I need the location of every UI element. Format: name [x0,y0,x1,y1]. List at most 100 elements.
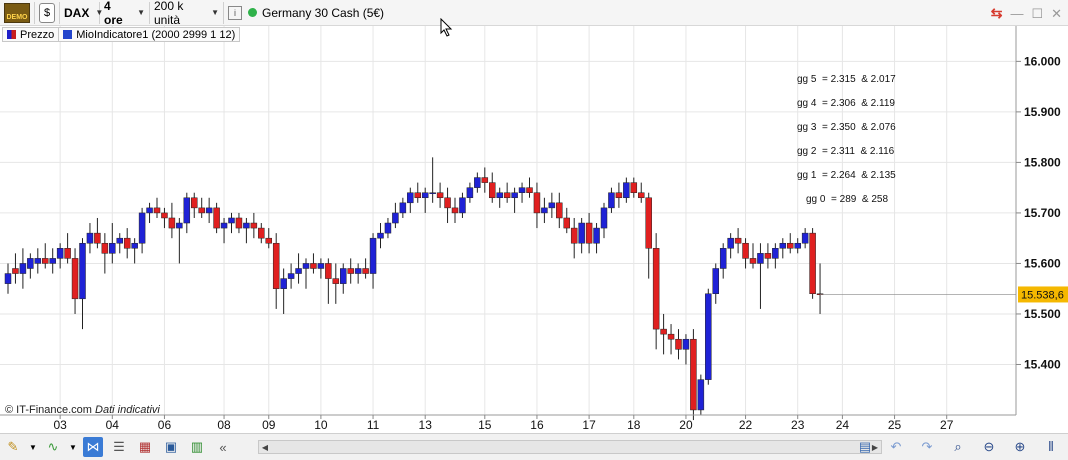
legend-price-label: Prezzo [20,28,55,41]
candle-body [533,192,541,214]
candle-body [489,182,496,199]
candle [265,228,272,249]
units-select[interactable]: 200 k unità ▼ [150,0,224,27]
window-icon[interactable]: ▣ [161,437,181,457]
bar-spacing-icon[interactable]: ⫴ [1041,437,1061,457]
candle-body [444,197,451,209]
candle [138,207,146,254]
list-icon[interactable]: ☰ [109,437,129,457]
indicator-icon[interactable]: ∿ [43,437,63,457]
candle [474,172,481,193]
candle-body [667,333,675,340]
candle-body [213,207,220,229]
candle [399,197,407,218]
zoom-in-icon[interactable]: ⊕ [1010,437,1030,457]
candle-body [79,242,86,300]
candle-body [138,212,146,244]
candle [64,233,71,264]
zoom-out-icon[interactable]: ⊖ [979,437,999,457]
candle-body [526,187,533,193]
candle-body [787,242,794,249]
candle [503,182,511,203]
candle-body [392,212,399,224]
table-icon[interactable]: ▦ [135,437,155,457]
legend-price[interactable]: Prezzo [3,28,60,41]
timeframe-select[interactable]: 4 ore ▼ [100,0,150,27]
sync-icon[interactable]: ⇆ [991,5,1003,22]
minimize-icon[interactable]: — [1010,6,1023,21]
close-icon[interactable]: ✕ [1051,6,1062,22]
share-icon[interactable]: ⋈ [83,437,103,457]
candle [630,177,638,198]
product-cell[interactable]: i Germany 30 Cash (5€) [224,2,388,24]
draw-tool-icon[interactable]: ✎ [3,437,23,457]
candle-body [295,268,302,274]
candle-body [630,182,638,193]
candle-body [518,187,526,193]
candle-body [220,222,228,229]
candle-body [4,273,12,284]
candle-body [466,187,474,199]
candle-body [49,258,56,264]
info-label: i [234,7,236,18]
demo-label: DEMO [6,13,28,21]
candle-body [146,207,153,214]
chevron-down-icon: ▼ [211,8,219,17]
save-layout-icon[interactable]: ▤ [855,437,875,457]
candle [19,248,27,289]
copyright: © IT-Finance.com Dati indicativi [5,404,160,416]
undo-icon[interactable]: ↶ [886,437,906,457]
candle-body [503,192,511,199]
candle-body [131,242,138,249]
candle-body [407,192,414,204]
collapse-left-icon[interactable]: « [213,437,233,457]
candle-body [287,273,295,279]
candle [451,197,459,224]
horizontal-scrollbar[interactable]: ◀ ▶ [258,440,882,454]
candle [183,192,191,234]
candle [109,223,116,264]
candles [4,157,824,421]
candle-body [325,263,332,279]
candle [801,228,809,249]
x-tick-label: 10 [314,418,328,432]
info-icon[interactable]: i [228,5,242,20]
chevron-down-icon: ▼ [137,8,145,17]
y-tick-label: 15.400 [1024,357,1061,371]
candle-body [399,202,407,214]
candle [235,212,243,234]
chart-type-icon[interactable]: ▥ [187,437,207,457]
candle [421,187,429,213]
candle [191,192,198,218]
candle-body [243,222,250,229]
dollar-icon[interactable]: $ [39,2,55,23]
chevron-down-icon[interactable]: ▼ [69,437,77,457]
candle [481,167,489,193]
scroll-left-icon[interactable]: ◀ [259,441,271,453]
candle-body [12,268,19,274]
candle [198,197,205,218]
candle [563,207,570,234]
demo-cell[interactable]: DEMO [0,1,35,24]
candle [697,374,705,415]
candle [131,238,138,264]
candle [787,233,794,254]
chevron-down-icon[interactable]: ▼ [29,437,37,457]
instrument-select[interactable]: DAX ▼ [60,1,103,24]
price-chart[interactable]: 16.000 15.900 15.800 15.700 15.600 15.500 15.4… [0,26,1068,433]
candle [340,263,347,294]
x-tick-label: 11 [367,418,380,432]
redo-icon[interactable]: ↷ [917,437,937,457]
x-tick-label: 20 [679,418,693,432]
maximize-icon[interactable]: ☐ [1031,6,1043,22]
candle-body [228,217,235,224]
candle [459,192,466,218]
candle [79,238,86,330]
candle [205,197,213,224]
candle-body [310,263,317,269]
candle-body [809,232,816,295]
currency-cell[interactable]: $ [35,1,60,24]
legend-indicator[interactable]: MioIndicatore1 (2000 2999 1 12) [59,28,239,41]
zoom-fit-icon[interactable]: ⌕ [948,437,968,457]
demo-icon[interactable]: DEMO [4,2,30,23]
